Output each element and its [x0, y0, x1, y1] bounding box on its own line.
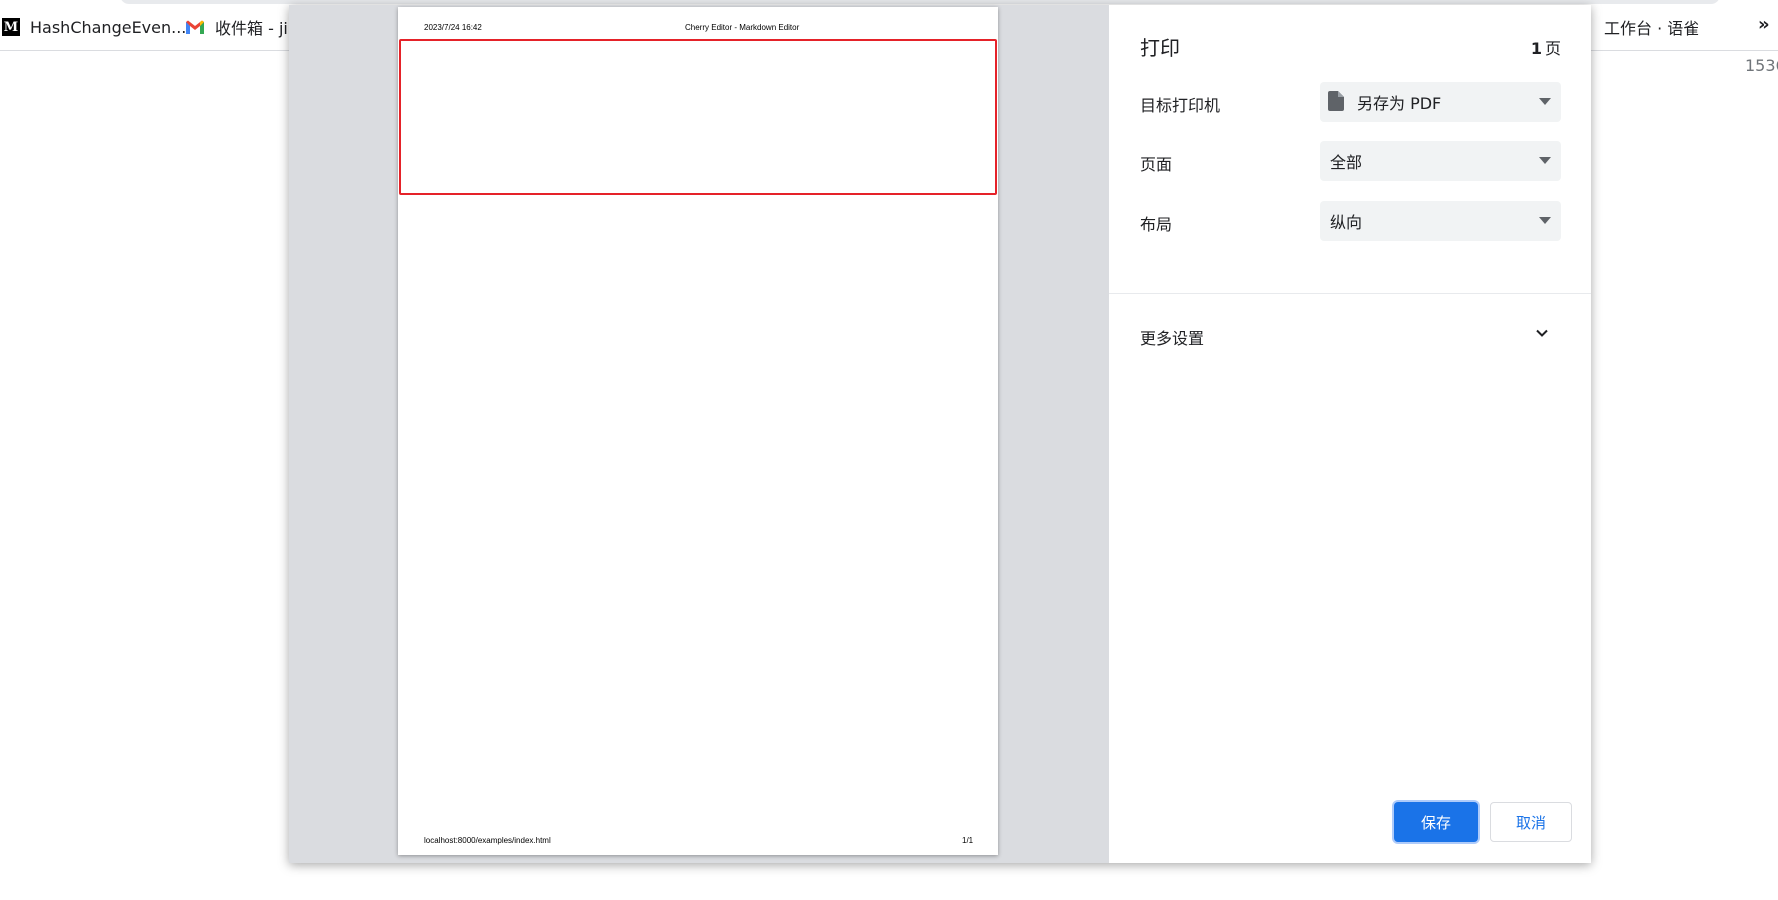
bookmarks-overflow-button[interactable]: » — [1758, 14, 1770, 35]
pages-row: 页面 全部 — [1140, 141, 1561, 181]
address-bar[interactable] — [120, 0, 1720, 4]
bookmark-label: HashChangeEven... — [30, 17, 187, 37]
layout-select[interactable]: 纵向 — [1320, 201, 1561, 241]
highlight-annotation — [399, 39, 997, 195]
page-header-title: Cherry Editor - Markdown Editor — [685, 23, 800, 32]
bookmark-yuque-workbench[interactable]: 工作台 · 语雀 — [1578, 16, 1699, 38]
bookmark-hashchangeevent[interactable]: M HashChangeEven... — [2, 16, 186, 38]
document-icon — [1328, 91, 1348, 113]
layout-label: 布局 — [1140, 215, 1173, 234]
dropdown-arrow-icon — [1539, 157, 1551, 164]
bookmark-label: 工作台 · 语雀 — [1604, 19, 1700, 38]
destination-row: 目标打印机 另存为 PDF — [1140, 82, 1561, 122]
pages-value: 全部 — [1330, 153, 1363, 172]
layout-value: 纵向 — [1330, 213, 1363, 232]
print-preview-area: 2023/7/24 16:42 Cherry Editor - Markdown… — [289, 5, 1109, 863]
page-footer-page-number: 1/1 — [962, 836, 974, 845]
mdn-m-icon: M — [2, 18, 20, 36]
gmail-icon — [185, 19, 205, 35]
save-button[interactable]: 保存 — [1394, 802, 1478, 842]
pages-label: 页面 — [1140, 155, 1173, 174]
bookmark-gmail-inbox[interactable]: 收件箱 - jin — [185, 16, 298, 38]
page-readout: 1536 — [1745, 56, 1778, 75]
print-title: 打印 — [1140, 36, 1180, 60]
more-settings-toggle[interactable]: 更多设置 — [1140, 322, 1561, 352]
page-footer-url: localhost:8000/examples/index.html — [424, 836, 551, 845]
page-count-unit: 页 — [1544, 39, 1561, 58]
cancel-button[interactable]: 取消 — [1490, 802, 1572, 842]
print-dialog: 2023/7/24 16:42 Cherry Editor - Markdown… — [289, 5, 1591, 863]
page-header-date: 2023/7/24 16:42 — [424, 23, 482, 32]
layout-row: 布局 纵向 — [1140, 201, 1561, 241]
dropdown-arrow-icon — [1539, 98, 1551, 105]
chevron-down-icon — [1533, 324, 1551, 342]
destination-select[interactable]: 另存为 PDF — [1320, 82, 1561, 122]
destination-value: 另存为 PDF — [1357, 94, 1442, 113]
more-settings-label: 更多设置 — [1140, 329, 1205, 348]
page-count-number: 1 — [1530, 39, 1542, 58]
divider — [1109, 293, 1591, 294]
dropdown-arrow-icon — [1539, 217, 1551, 224]
pages-select[interactable]: 全部 — [1320, 141, 1561, 181]
print-settings-panel: 打印 1页 目标打印机 另存为 PDF 页面 全部 布局 纵向 更多设置 保存 … — [1109, 5, 1591, 863]
page-count: 1页 — [1531, 35, 1561, 59]
preview-page: 2023/7/24 16:42 Cherry Editor - Markdown… — [398, 7, 998, 855]
bookmark-label: 收件箱 - jin — [215, 19, 298, 38]
destination-label: 目标打印机 — [1140, 96, 1221, 115]
